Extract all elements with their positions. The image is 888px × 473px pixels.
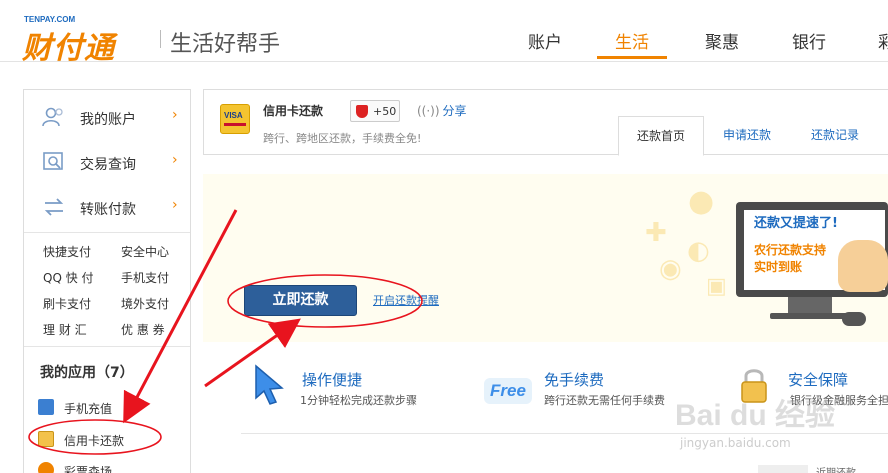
share-button[interactable]: ((·)) 分享: [417, 102, 467, 119]
nav-life[interactable]: 生活: [615, 28, 649, 53]
divider: [24, 346, 190, 347]
lottery-icon: [38, 462, 54, 473]
sidebar-item-label: 交易查询: [80, 157, 136, 173]
promo-line: 实时到账: [754, 260, 803, 274]
feature-title: 免手续费: [544, 371, 605, 389]
share-label: 分享: [442, 104, 467, 118]
slogan: 生活好帮手: [170, 32, 281, 57]
decor-shape: ◐: [687, 236, 710, 266]
app-label: 手机充值: [64, 402, 113, 416]
decor-shape: ✚: [645, 218, 667, 248]
service-title: 信用卡还款: [263, 104, 324, 118]
cursor-icon: [255, 364, 284, 405]
my-apps-title: 我的应用（7）: [40, 365, 134, 381]
points-value: +50: [373, 105, 397, 118]
decor-shape: ▣: [706, 274, 727, 299]
promo-headline: 还款又提速了!: [754, 216, 838, 231]
enable-reminder-link[interactable]: 开启还款提醒: [373, 292, 439, 308]
link-wealth[interactable]: 理 财 汇: [43, 321, 87, 338]
transfer-icon: [44, 198, 64, 216]
promo-line: 农行还款支持: [754, 243, 827, 257]
chevron-right-icon: ›: [172, 197, 178, 213]
divider: [24, 232, 190, 233]
nav-deals[interactable]: 聚惠: [705, 28, 739, 53]
decor-shape: ◉: [659, 254, 682, 284]
sidebar-item-label: 我的账户: [80, 112, 136, 128]
top-header: TENPAY.COM 财付通 生活好帮手 账户 生活 聚惠 银行 彩: [0, 0, 888, 66]
mouse-illustration: [842, 312, 866, 326]
recent-repay-label[interactable]: 近期还款: [816, 464, 856, 473]
tab-apply-repay[interactable]: 申请还款: [708, 116, 786, 156]
link-coupons[interactable]: 优 惠 券: [121, 321, 165, 338]
app-label: 信用卡还款: [64, 434, 125, 448]
tab-repay-home[interactable]: 还款首页: [618, 116, 704, 156]
sidebar-item-my-account[interactable]: 我的账户 ›: [24, 94, 190, 139]
logo-divider: [160, 30, 161, 48]
ok-hand-illustration: [838, 240, 888, 292]
nav-active-underline: [597, 56, 667, 59]
logo-text: 财付通: [22, 31, 115, 66]
sidebar: 我的账户 › 交易查询 › 转账付款 › 快捷支付 安全中心 QQ 快 付 手机…: [23, 89, 191, 473]
feature-desc: 1分钟轻松完成还款步骤: [300, 394, 417, 407]
chevron-right-icon: ›: [172, 152, 178, 168]
feature-title: 安全保障: [788, 371, 849, 389]
nav-bank[interactable]: 银行: [792, 28, 826, 53]
tab-repay-records[interactable]: 还款记录: [796, 116, 874, 156]
nav-account[interactable]: 账户: [528, 28, 562, 53]
app-label: 彩票森场: [64, 465, 113, 473]
credit-card-logo: VISA: [220, 104, 250, 134]
nav-lottery[interactable]: 彩: [878, 28, 888, 53]
link-quick-pay[interactable]: 快捷支付: [43, 243, 91, 260]
sidebar-item-label: 转账付款: [80, 202, 136, 218]
user-icon: [42, 107, 63, 127]
search-document-icon: [43, 152, 63, 170]
card-stripe: [224, 123, 246, 126]
phone-recharge-icon: [38, 399, 54, 415]
card-brand: VISA: [224, 111, 243, 120]
service-subtitle: 跨行、跨地区还款，手续费全免!: [263, 132, 422, 145]
link-overseas-pay[interactable]: 境外支付: [121, 295, 169, 312]
credit-card-icon: [38, 431, 54, 447]
feature-desc: 跨行还款无需任何手续费: [544, 394, 665, 407]
shield-icon: [356, 105, 368, 118]
broadcast-icon: ((·)): [417, 104, 440, 118]
free-badge-icon: Free: [484, 378, 532, 404]
chevron-right-icon: ›: [172, 107, 178, 123]
decor-shape: ●: [688, 184, 715, 219]
bottom-panel-edge: [758, 465, 808, 473]
link-security-center[interactable]: 安全中心: [121, 243, 169, 260]
sidebar-item-transactions[interactable]: 交易查询 ›: [24, 139, 190, 184]
baidu-watermark: Bai du 经验: [675, 399, 836, 432]
link-card-pay[interactable]: 刷卡支付: [43, 295, 91, 312]
sidebar-item-transfer[interactable]: 转账付款 ›: [24, 184, 190, 229]
link-qq-pay[interactable]: QQ 快 付: [43, 269, 94, 286]
service-header: VISA 信用卡还款 跨行、跨地区还款，手续费全免! +50 ((·)) 分享 还…: [203, 89, 888, 156]
points-badge[interactable]: +50: [350, 100, 400, 122]
feature-title: 操作便捷: [302, 371, 363, 389]
baidu-watermark-url: jingyan.baidu.com: [680, 436, 791, 450]
monitor-base: [770, 313, 850, 319]
repay-now-button[interactable]: 立即还款: [244, 285, 357, 316]
link-mobile-pay[interactable]: 手机支付: [121, 269, 169, 286]
